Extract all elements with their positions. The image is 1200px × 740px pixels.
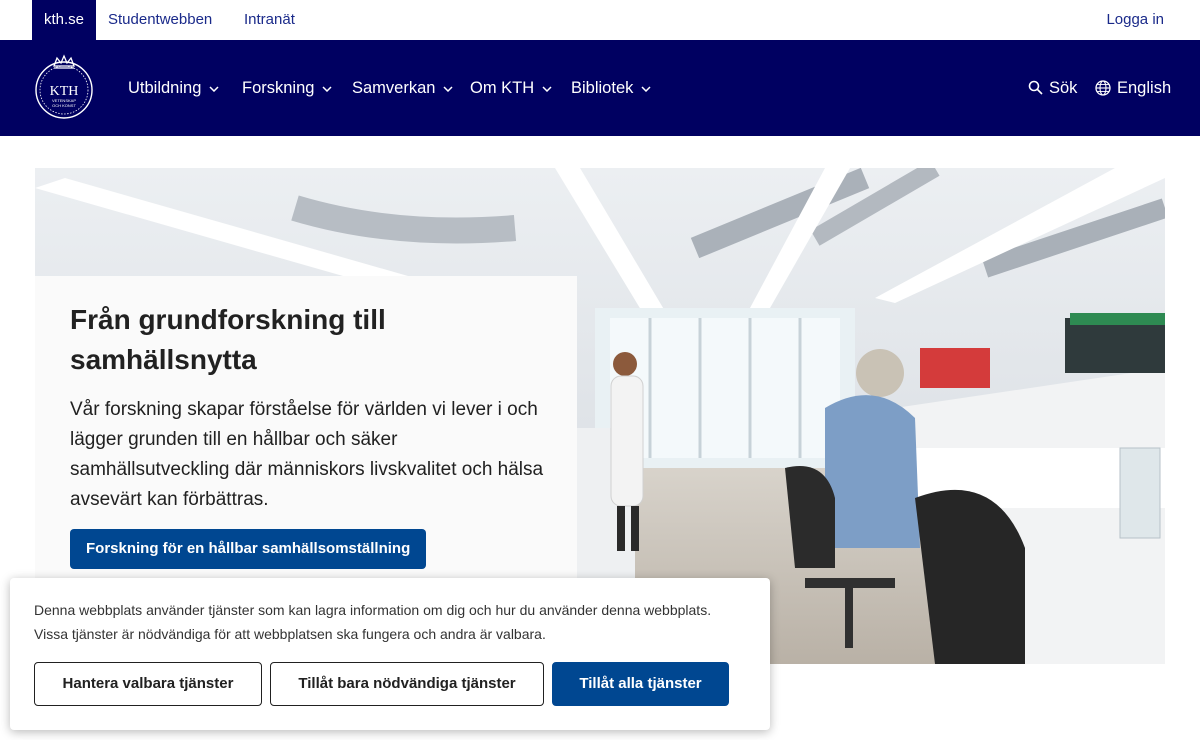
hero-text: Vår forskning skapar förståelse för värl… bbox=[70, 399, 544, 510]
search-label: Sök bbox=[1049, 79, 1078, 97]
nav-label: Bibliotek bbox=[571, 79, 634, 97]
nav-label: Utbildning bbox=[128, 79, 202, 97]
nav-label: Samverkan bbox=[352, 79, 436, 97]
language-switch[interactable]: English bbox=[1095, 76, 1171, 100]
chevron-down-icon bbox=[443, 86, 453, 92]
search-icon bbox=[1028, 80, 1043, 95]
cookie-text: Denna webbplats använder tjänster som ka… bbox=[34, 602, 712, 642]
nav-samverkan[interactable]: Samverkan bbox=[352, 76, 453, 100]
cookie-banner: Denna webbplats använder tjänster som ka… bbox=[10, 578, 770, 730]
globe-icon bbox=[1095, 79, 1111, 96]
chevron-down-icon bbox=[641, 86, 651, 92]
chevron-down-icon bbox=[209, 86, 219, 92]
allow-all-button[interactable]: Tillåt alla tjänster bbox=[552, 662, 729, 706]
kth-logo[interactable]: KTH VETENSKAP OCH KONST bbox=[32, 54, 96, 120]
nav-forskning[interactable]: Forskning bbox=[242, 76, 332, 100]
top-utility-bar: kth.se Studentwebben Intranät Logga in bbox=[0, 0, 1200, 40]
intranet-link[interactable]: Intranät bbox=[244, 0, 295, 40]
svg-text:OCH KONST: OCH KONST bbox=[52, 103, 76, 108]
login-link[interactable]: Logga in bbox=[1106, 0, 1164, 40]
svg-text:KTH: KTH bbox=[50, 84, 79, 99]
studentwebben-link[interactable]: Studentwebben bbox=[108, 0, 212, 40]
nav-bibliotek[interactable]: Bibliotek bbox=[571, 76, 651, 100]
manage-services-button[interactable]: Hantera valbara tjänster bbox=[34, 662, 262, 706]
nav-label: Forskning bbox=[242, 79, 315, 97]
nav-label: Om KTH bbox=[470, 79, 535, 97]
nav-om-kth[interactable]: Om KTH bbox=[470, 76, 552, 100]
kth-se-link[interactable]: kth.se bbox=[32, 0, 96, 40]
chevron-down-icon bbox=[542, 86, 552, 92]
search-button[interactable]: Sök bbox=[1028, 76, 1077, 100]
allow-necessary-button[interactable]: Tillåt bara nödvändiga tjänster bbox=[270, 662, 544, 706]
main-header: KTH VETENSKAP OCH KONST Utbildning Forsk… bbox=[0, 40, 1200, 136]
hero-title: Från grundforskning till samhällsnytta bbox=[70, 304, 386, 375]
language-label: English bbox=[1117, 79, 1172, 97]
nav-utbildning[interactable]: Utbildning bbox=[128, 76, 219, 100]
hero-cta-button[interactable]: Forskning för en hållbar samhällsomställ… bbox=[70, 529, 427, 569]
chevron-down-icon bbox=[322, 86, 332, 92]
